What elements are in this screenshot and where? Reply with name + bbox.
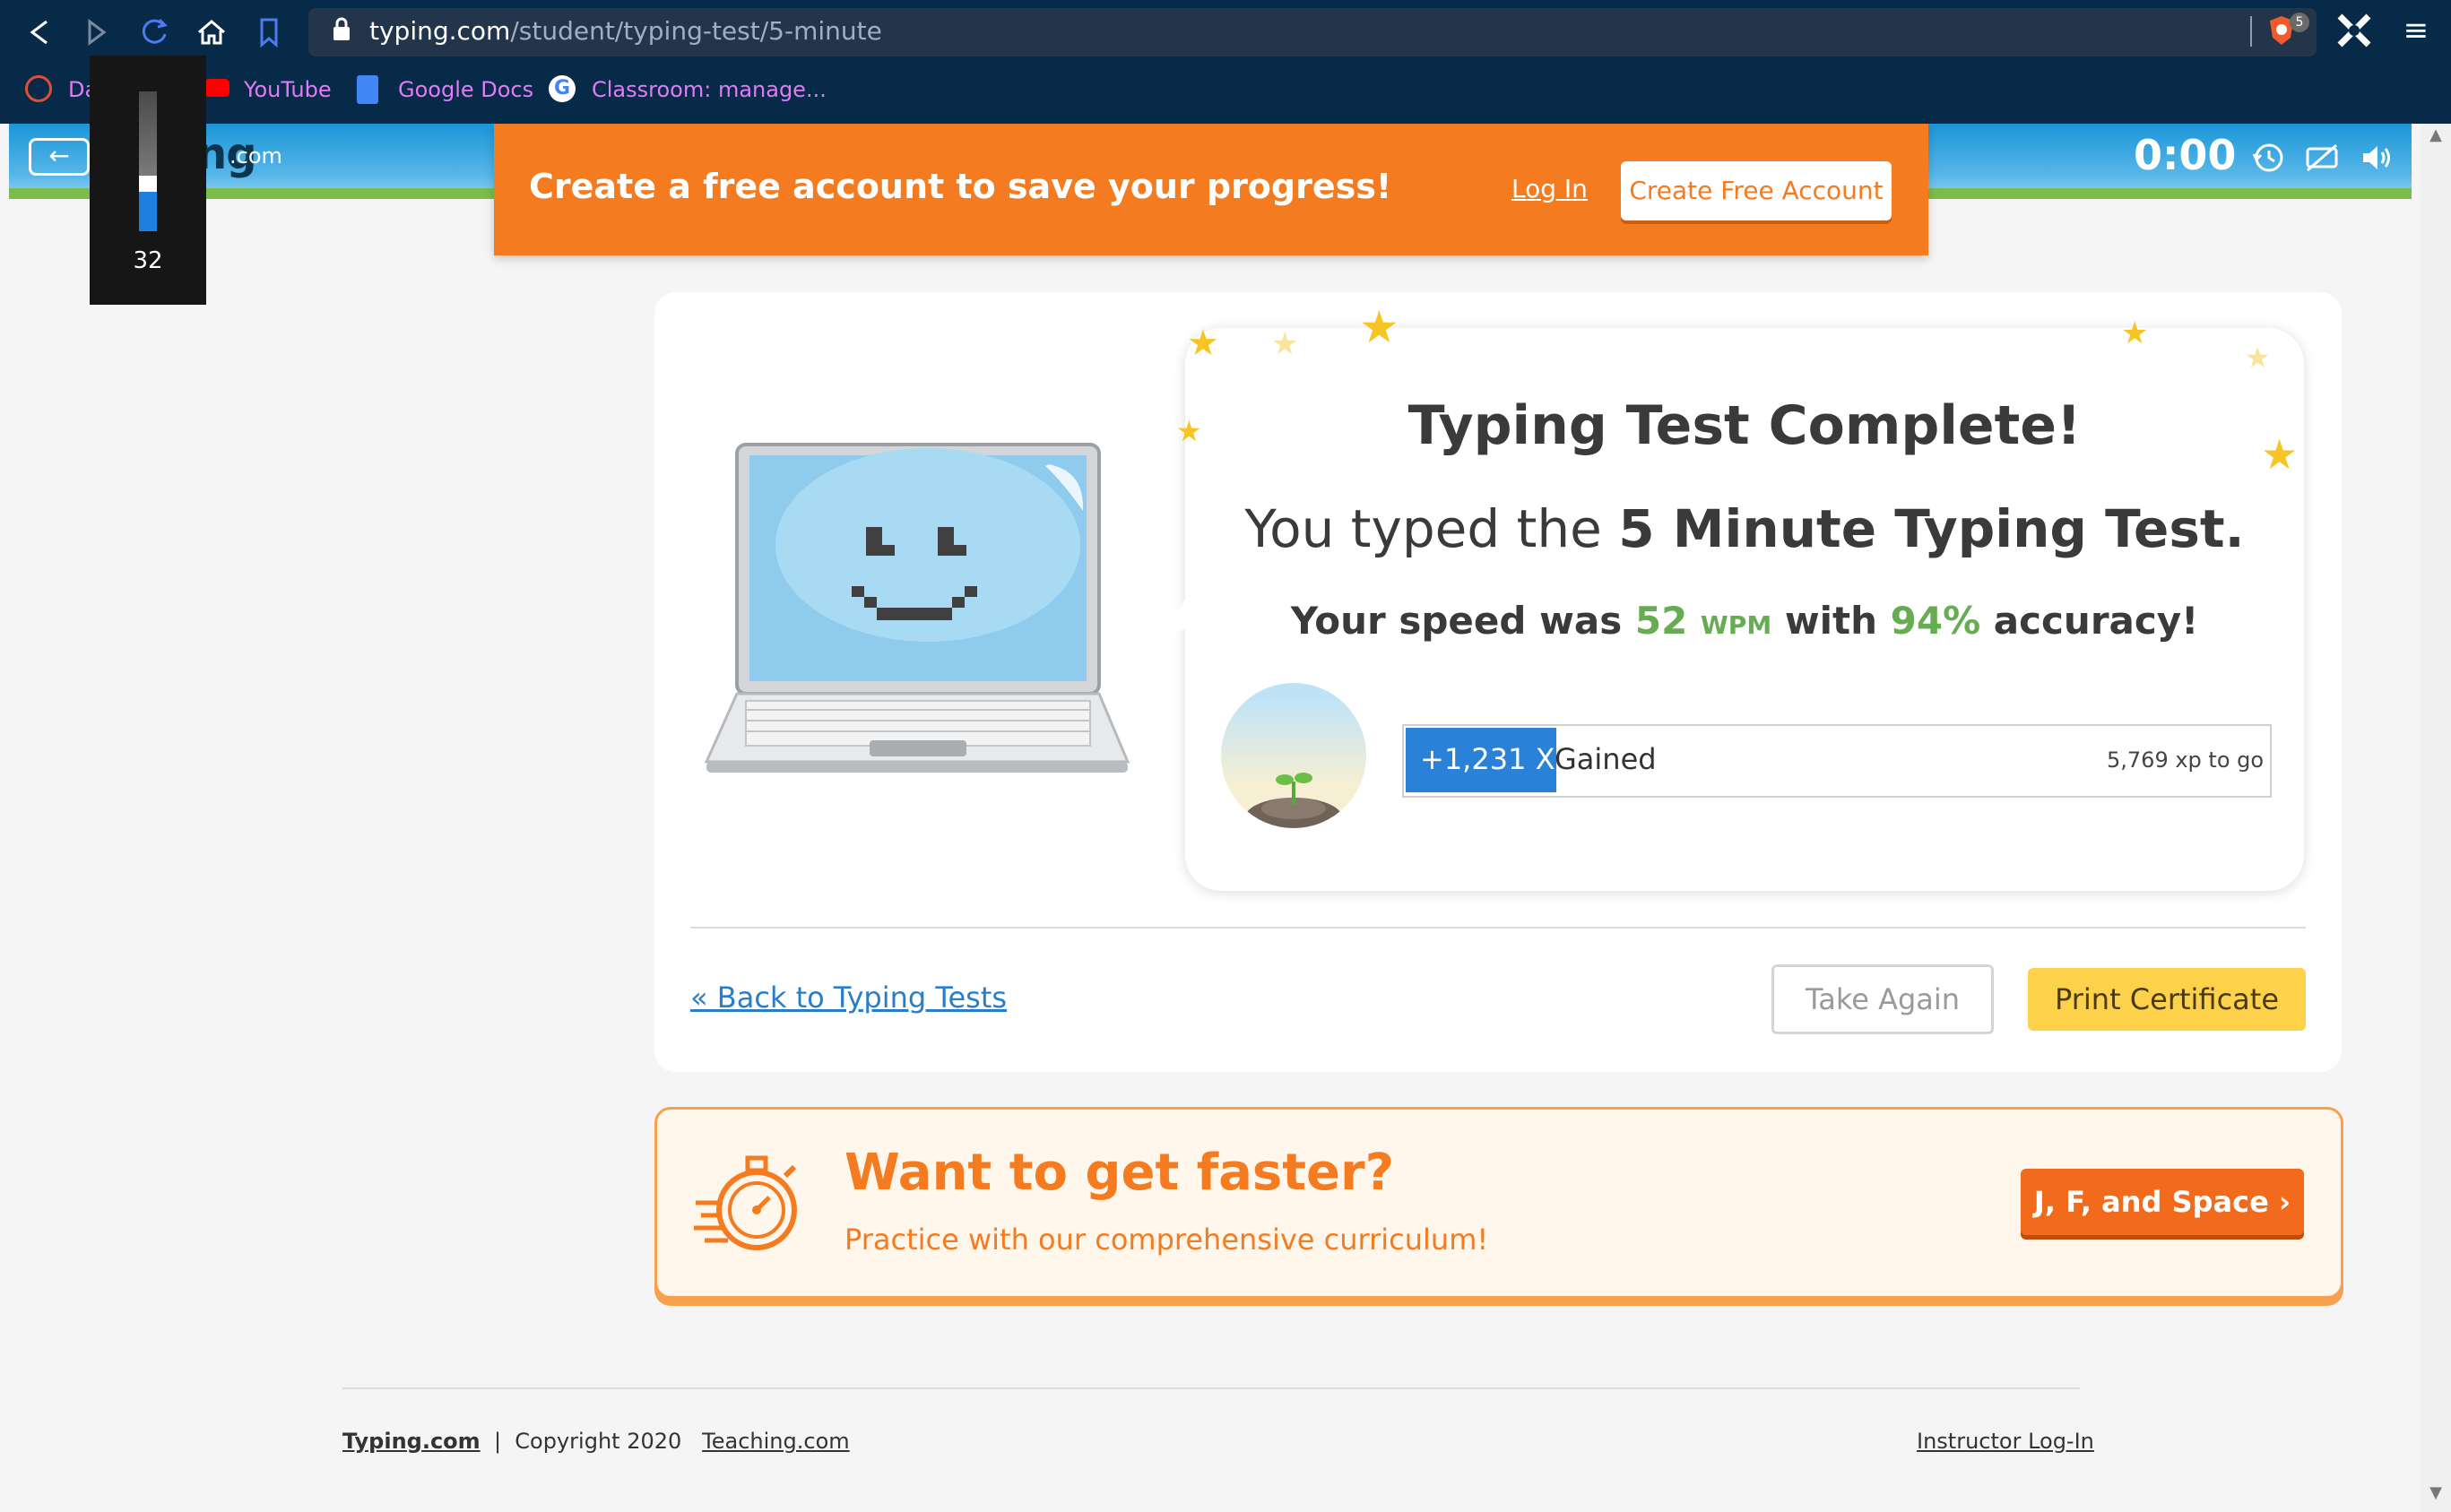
- star-icon: ★: [1359, 301, 1399, 353]
- bookmark-youtube[interactable]: YouTube: [244, 70, 332, 109]
- back-to-typing-tests-link[interactable]: « Back to Typing Tests: [690, 981, 1007, 1015]
- sound-icon[interactable]: [2358, 138, 2397, 177]
- get-faster-subtitle: Practice with our comprehensive curricul…: [844, 1223, 1489, 1257]
- laptop-illustration: [699, 439, 1135, 780]
- level-avatar: [1221, 683, 1366, 828]
- card-divider: [690, 927, 2306, 929]
- url-host: typing.com: [369, 16, 511, 46]
- footer-teaching-link[interactable]: Teaching.com: [702, 1429, 849, 1454]
- shield-count-badge: 5: [2290, 13, 2309, 32]
- banner-text: Create a free account to save your progr…: [529, 167, 1392, 206]
- xp-gained-label: Gained: [1555, 742, 1657, 776]
- get-faster-title: Want to get faster?: [844, 1144, 1395, 1202]
- accuracy-suffix: accuracy!: [1980, 599, 2199, 643]
- scrollbar[interactable]: [2421, 124, 2451, 1512]
- google-icon: G: [549, 75, 576, 102]
- footer-copyright: Copyright 2020: [515, 1429, 682, 1454]
- footer-left: Typing.com | Copyright 2020 Teaching.com: [342, 1429, 850, 1454]
- test-name: 5 Minute Typing Test.: [1618, 498, 2245, 559]
- youtube-icon: [204, 79, 230, 97]
- star-icon: ★: [2121, 315, 2149, 351]
- stopwatch-icon: [692, 1145, 809, 1262]
- accuracy-value: 94%: [1890, 599, 1981, 643]
- volume-value: 32: [133, 247, 163, 274]
- url-text[interactable]: typing.com/student/typing-test/5-minute: [369, 12, 882, 51]
- typed-prefix: You typed the: [1244, 498, 1619, 559]
- wpm-value: 52: [1634, 599, 1688, 643]
- create-account-button[interactable]: Create Free Account: [1621, 161, 1892, 220]
- scroll-up-icon[interactable]: ▲: [2421, 125, 2451, 152]
- reload-icon[interactable]: [134, 13, 174, 52]
- extension-icon[interactable]: [2334, 11, 2374, 50]
- speed-prefix: Your speed was: [1290, 599, 1635, 643]
- forward-icon[interactable]: [77, 13, 117, 52]
- xp-to-go: 5,769 xp to go: [2107, 747, 2265, 773]
- bookmark-icon[interactable]: [249, 13, 289, 52]
- star-icon: ★: [1187, 323, 1219, 364]
- exit-arrow-button[interactable]: ←: [29, 138, 90, 176]
- star-icon: ★: [1271, 326, 1299, 362]
- timer: 0:00: [2134, 131, 2237, 179]
- volume-fill: [139, 192, 157, 231]
- history-icon[interactable]: [2248, 138, 2288, 177]
- footer-typing-link[interactable]: Typing.com: [342, 1429, 481, 1454]
- print-certificate-button[interactable]: Print Certificate: [2028, 968, 2306, 1031]
- back-icon[interactable]: [20, 13, 59, 52]
- take-again-button[interactable]: Take Again: [1771, 964, 1994, 1034]
- test-complete-title: Typing Test Complete!: [1407, 394, 2082, 457]
- url-divider: [2250, 16, 2252, 47]
- instructor-login-link[interactable]: Instructor Log-In: [1917, 1429, 2094, 1454]
- home-icon[interactable]: [192, 13, 231, 52]
- speed-with: with: [1771, 599, 1891, 643]
- scroll-down-icon[interactable]: ▼: [2421, 1483, 2451, 1510]
- google-docs-icon: [357, 75, 378, 104]
- keyboard-hidden-icon[interactable]: [2302, 138, 2342, 177]
- login-link[interactable]: Log In: [1511, 174, 1588, 203]
- volume-knob: [139, 176, 157, 192]
- url-path: /student/typing-test/5-minute: [510, 16, 882, 46]
- speed-line: Your speed was 52 WPM with 94% accuracy!: [1185, 599, 2304, 643]
- bookmark-classroom[interactable]: Classroom: manage...: [592, 70, 827, 109]
- star-icon: ★: [2245, 341, 2271, 375]
- footer-divider: [342, 1387, 2080, 1389]
- jf-space-lesson-button[interactable]: J, F, and Space ›: [2021, 1169, 2304, 1235]
- menu-icon[interactable]: ≡: [2401, 14, 2431, 50]
- lock-icon: [332, 16, 351, 43]
- bookmark-google-docs[interactable]: Google Docs: [398, 70, 533, 109]
- logo-suffix: .com: [230, 143, 282, 168]
- dashboard-icon: [25, 75, 52, 102]
- xp-gain: +1,231 XP: [1420, 742, 1572, 776]
- typed-test-line: You typed the 5 Minute Typing Test.: [1185, 498, 2304, 559]
- wpm-unit: WPM: [1700, 610, 1772, 640]
